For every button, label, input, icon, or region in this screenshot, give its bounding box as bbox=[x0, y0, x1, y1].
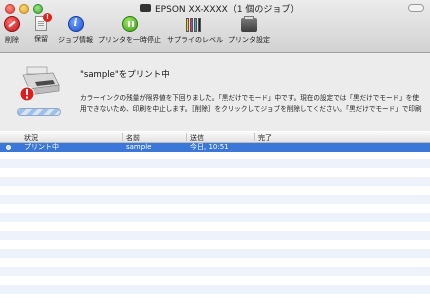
hold-document-icon: ! bbox=[35, 13, 52, 31]
toolbar-toggle-button[interactable] bbox=[408, 4, 424, 12]
info-icon: i bbox=[67, 16, 84, 32]
supply-levels-label: サプライのレベル bbox=[167, 36, 223, 44]
column-header-sent[interactable]: 送信 bbox=[190, 133, 204, 143]
table-header: 状況 名前 送信 完了 bbox=[0, 132, 430, 143]
job-sent-cell: 今日, 10:51 bbox=[190, 143, 229, 151]
job-name-cell: sample bbox=[126, 143, 152, 151]
printer-icon bbox=[241, 16, 257, 32]
job-table: 状況 名前 送信 完了 プリント中 sample 今日, 10:51 bbox=[0, 132, 430, 303]
job-status-cell: プリント中 bbox=[24, 143, 59, 151]
ink-bar-icon bbox=[190, 18, 193, 32]
status-message: カラーインクの残量が限界値を下回りました。「黒だけでモード」中です。現在の設定で… bbox=[80, 94, 422, 113]
column-header-done[interactable]: 完了 bbox=[258, 133, 272, 143]
ink-bar-icon bbox=[186, 18, 189, 32]
column-divider[interactable] bbox=[186, 133, 187, 141]
window-title-area: EPSON XX-XXXX（1 個のジョブ） bbox=[140, 2, 300, 15]
current-job-title: "sample"をプリント中 bbox=[80, 70, 170, 80]
status-panel: "sample"をプリント中 カラーインクの残量が限界値を下回りました。「黒だけ… bbox=[0, 53, 430, 131]
printing-status-icon bbox=[6, 145, 11, 150]
ink-levels-icon bbox=[186, 16, 204, 32]
job-info-label: ジョブ情報 bbox=[58, 36, 93, 44]
close-window-button[interactable] bbox=[5, 4, 15, 14]
printer-warning-icon bbox=[19, 66, 60, 102]
print-queue-window: EPSON XX-XXXX（1 個のジョブ） 削除 ! 保留 i ジョブ情報 プ… bbox=[0, 0, 430, 303]
printer-settings-button[interactable]: プリンタ設定 bbox=[228, 16, 270, 45]
job-info-button[interactable]: i ジョブ情報 bbox=[58, 16, 93, 45]
delete-label: 削除 bbox=[5, 36, 19, 44]
window-title: EPSON XX-XXXX（1 個のジョブ） bbox=[155, 4, 300, 15]
column-header-name[interactable]: 名前 bbox=[126, 133, 140, 143]
column-divider[interactable] bbox=[122, 133, 123, 141]
column-divider[interactable] bbox=[254, 133, 255, 141]
minimize-window-button[interactable] bbox=[19, 4, 29, 14]
ink-bar-icon bbox=[198, 18, 201, 32]
hold-button[interactable]: ! 保留 bbox=[34, 13, 52, 44]
zoom-window-button[interactable] bbox=[33, 4, 43, 14]
hold-alert-badge: ! bbox=[43, 13, 52, 22]
pause-printer-label: プリンタを一時停止 bbox=[98, 36, 161, 44]
table-row[interactable]: プリント中 sample 今日, 10:51 bbox=[0, 143, 430, 152]
pause-printer-button[interactable]: プリンタを一時停止 bbox=[98, 16, 161, 45]
printer-settings-label: プリンタ設定 bbox=[228, 36, 270, 44]
column-header-status[interactable]: 状況 bbox=[24, 133, 38, 143]
hold-label: 保留 bbox=[34, 35, 48, 43]
printer-title-icon bbox=[140, 4, 151, 12]
pause-icon bbox=[121, 16, 138, 32]
ink-bar-icon bbox=[194, 18, 197, 32]
window-controls bbox=[5, 4, 43, 14]
delete-icon bbox=[4, 16, 20, 32]
print-progress-bar bbox=[17, 108, 61, 116]
title-toolbar: EPSON XX-XXXX（1 個のジョブ） 削除 ! 保留 i ジョブ情報 プ… bbox=[0, 0, 430, 53]
supply-levels-button[interactable]: サプライのレベル bbox=[167, 16, 223, 45]
delete-button[interactable]: 削除 bbox=[4, 16, 20, 45]
toolbar: 削除 ! 保留 i ジョブ情報 プリンタを一時停止 サプライのレベル プリンタ設… bbox=[0, 13, 430, 50]
